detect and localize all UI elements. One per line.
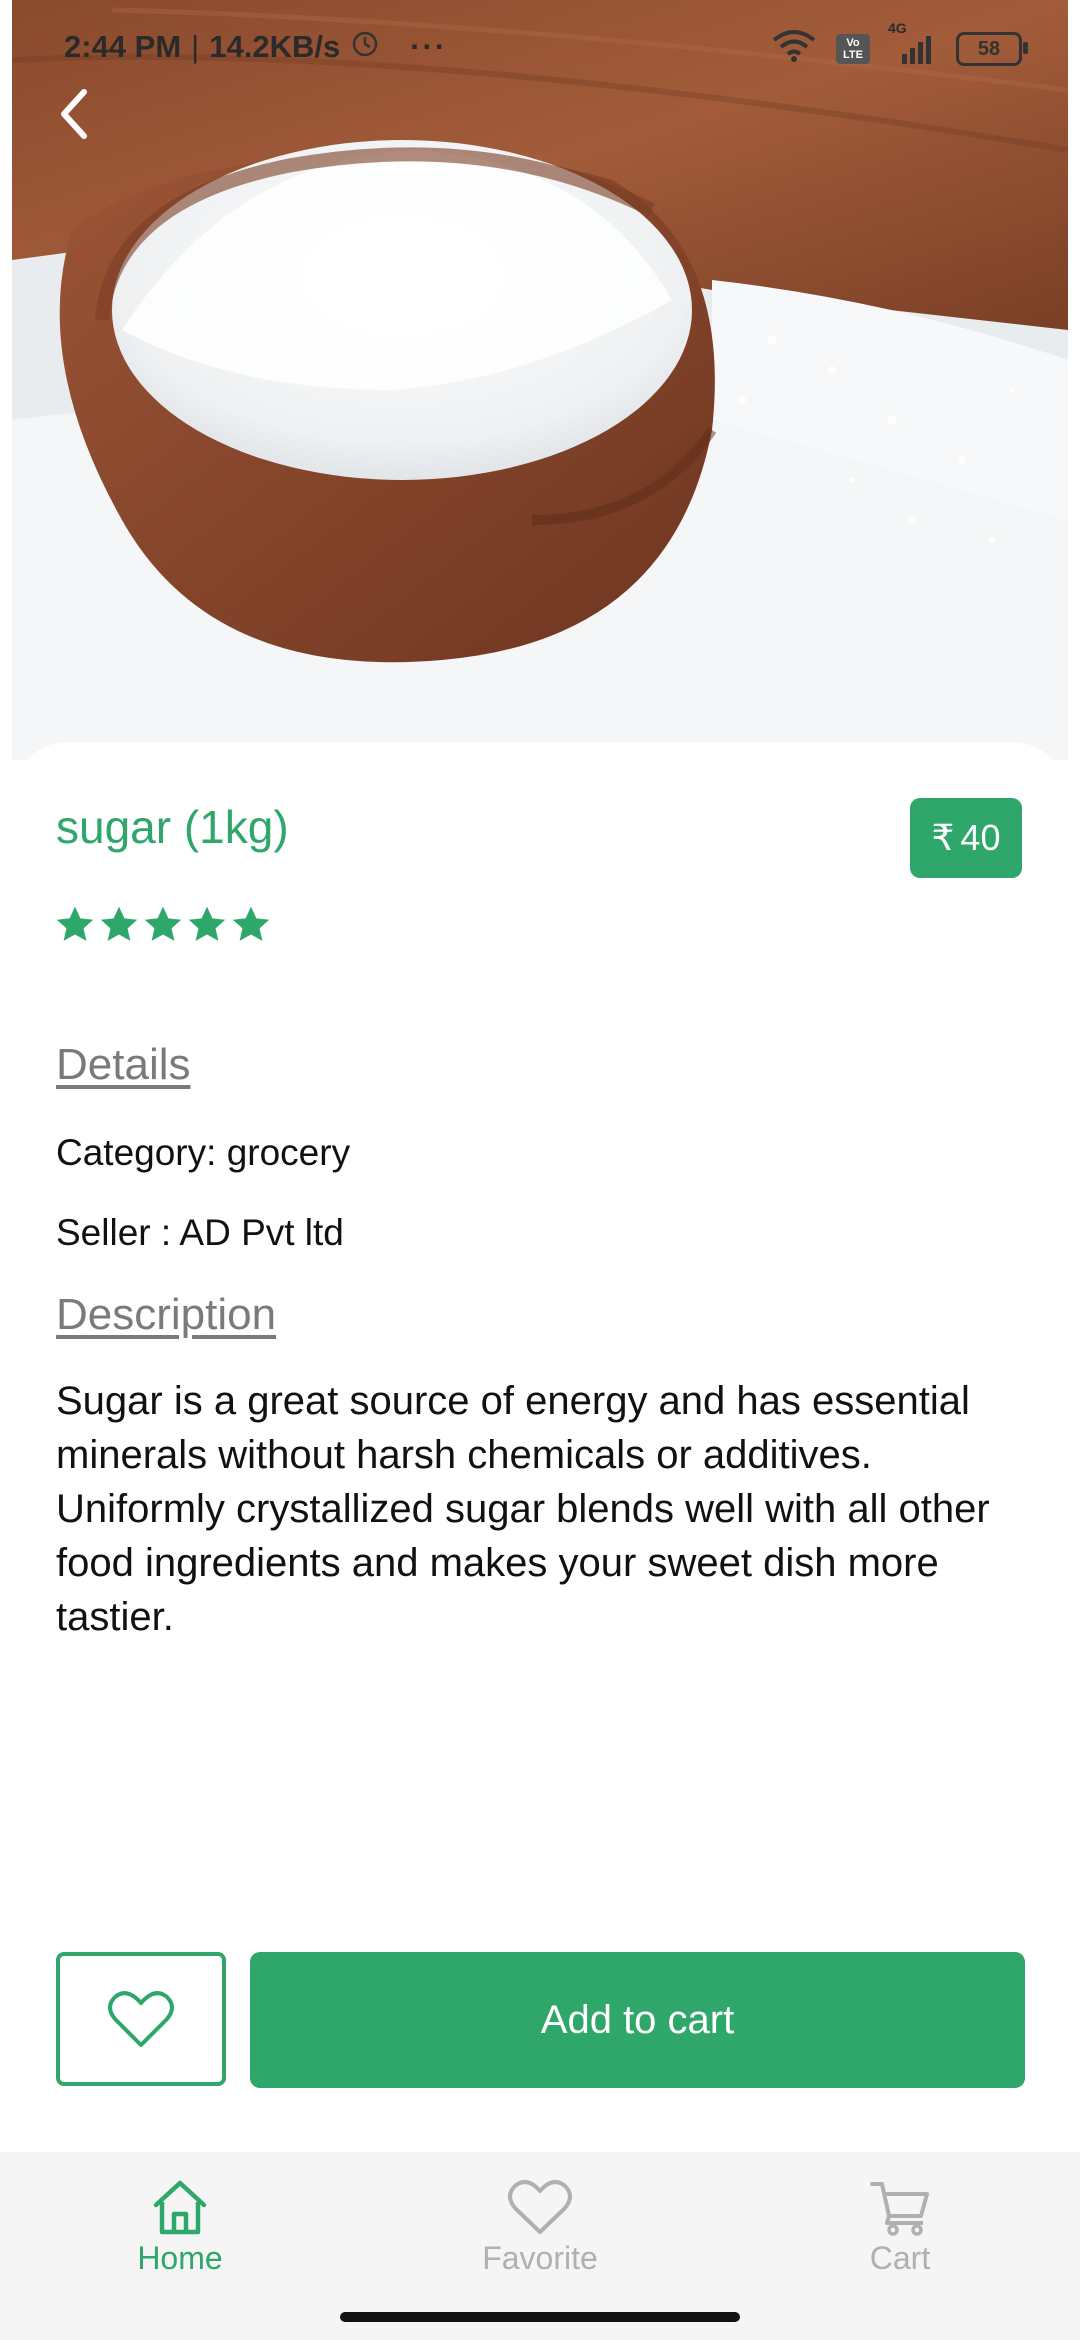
star-icon <box>56 906 94 941</box>
star-icon <box>144 906 182 941</box>
nav-item-favorite[interactable]: Favorite <box>420 2178 660 2277</box>
alarm-icon <box>350 28 380 66</box>
battery-icon: 58 <box>956 32 1028 66</box>
product-image: 2:44 PM | 14.2KB/s ··· Vo LTE 4G 58 <box>0 0 1080 760</box>
star-icon <box>188 906 226 941</box>
price-value: 40 <box>960 817 1001 858</box>
currency-symbol: ₹ <box>931 817 955 858</box>
nav-item-cart[interactable]: Cart <box>780 2178 1020 2277</box>
back-button[interactable] <box>44 84 104 144</box>
rating-stars <box>54 904 272 946</box>
network-speed: 14.2KB/s <box>209 29 341 64</box>
product-details-card: sugar (1kg) ₹ 40 Details Category: groce… <box>12 742 1068 2152</box>
more-notifications-icon: ··· <box>410 29 448 64</box>
wifi-icon <box>770 28 818 70</box>
description-text: Sugar is a great source of energy and ha… <box>56 1379 990 1639</box>
home-icon <box>153 2180 207 2235</box>
network-type: 4G <box>888 20 907 36</box>
nav-label-home: Home <box>137 2240 223 2276</box>
nav-item-home[interactable]: Home <box>60 2178 300 2277</box>
nav-label-cart: Cart <box>869 2240 931 2276</box>
status-time: 2:44 PM <box>64 29 182 64</box>
nav-label-favorite: Favorite <box>482 2240 598 2276</box>
back-arrow-icon <box>61 89 87 139</box>
star-icon <box>100 906 138 941</box>
sugar-scoop-photo <box>12 0 1068 760</box>
star-icon <box>232 906 270 941</box>
favorite-button[interactable] <box>56 1952 226 2086</box>
description-heading: Description <box>56 1290 277 1339</box>
status-bar: 2:44 PM | 14.2KB/s ··· Vo LTE 4G 58 <box>0 0 1080 100</box>
price-badge: ₹ 40 <box>910 798 1022 878</box>
signal-icon: 4G <box>888 20 938 64</box>
heart-outline-icon <box>108 1991 174 2047</box>
home-indicator[interactable] <box>340 2312 740 2322</box>
status-separator: | <box>191 29 200 64</box>
product-title: sugar (1kg) <box>56 801 289 853</box>
category-text: Category: grocery <box>56 1132 351 1173</box>
seller-text: Seller : AD Pvt ltd <box>56 1212 344 1253</box>
details-heading: Details <box>56 1040 191 1089</box>
cart-icon <box>870 2182 929 2236</box>
add-to-cart-button[interactable]: Add to cart <box>250 1952 1025 2088</box>
volte-icon: Vo LTE <box>836 34 870 64</box>
heart-icon <box>508 2180 572 2234</box>
